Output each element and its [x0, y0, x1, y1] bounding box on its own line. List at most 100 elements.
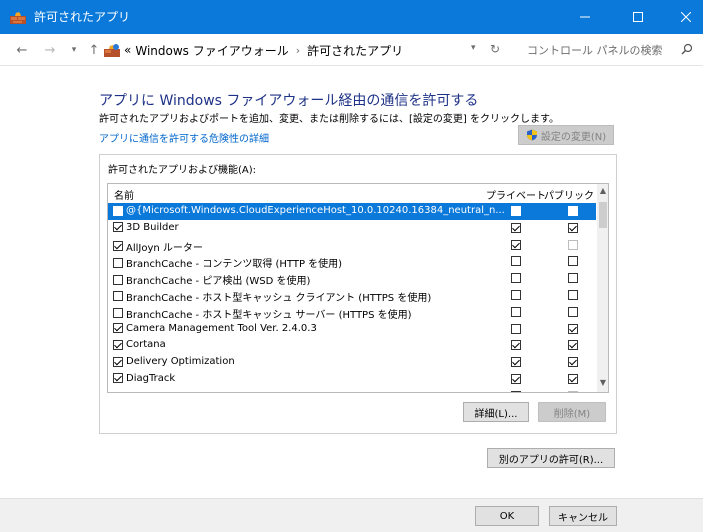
public-network-checkbox[interactable]	[568, 357, 578, 368]
public-network-checkbox[interactable]	[568, 390, 578, 392]
risk-info-link[interactable]: アプリに通信を許可する危険性の詳細	[99, 130, 269, 145]
table-row[interactable]: DiagTrack	[108, 371, 596, 388]
private-network-checkbox[interactable]	[511, 323, 521, 334]
app-name-cell: BranchCache - ホスト型キャッシュ クライアント (HTTPS を使…	[113, 289, 431, 304]
search-box[interactable]	[519, 39, 699, 61]
app-name-cell: AllJoyn ルーター	[113, 239, 203, 254]
column-header-private[interactable]: プライベート	[486, 187, 546, 202]
public-network-checkbox[interactable]	[568, 289, 578, 300]
scroll-up-arrow-icon[interactable]: ▲	[597, 186, 608, 198]
app-enabled-checkbox[interactable]	[113, 291, 123, 302]
app-name-label: Delivery Optimization	[126, 356, 235, 368]
public-network-checkbox[interactable]	[568, 222, 578, 233]
app-enabled-checkbox[interactable]	[113, 308, 123, 319]
app-name-cell: Cortana	[113, 339, 166, 350]
scroll-down-arrow-icon[interactable]: ▼	[597, 378, 608, 390]
private-network-checkbox[interactable]	[511, 373, 521, 384]
search-input[interactable]	[527, 43, 667, 57]
list-scrollbar[interactable]: ▲ ▼	[597, 184, 608, 392]
app-enabled-checkbox[interactable]	[113, 339, 123, 350]
app-name-label: Cortana	[126, 339, 166, 351]
close-button[interactable]	[663, 0, 703, 34]
private-network-checkbox[interactable]	[511, 206, 521, 216]
app-enabled-checkbox[interactable]	[113, 222, 123, 233]
remove-button[interactable]: 削除(M)	[538, 402, 606, 422]
public-network-checkbox[interactable]	[568, 206, 578, 216]
private-network-checkbox[interactable]	[511, 289, 521, 300]
table-row[interactable]: Cortana	[108, 337, 596, 354]
app-enabled-checkbox[interactable]	[113, 274, 123, 285]
app-name-label: BranchCache - ホスト型キャッシュ クライアント (HTTPS を使…	[126, 292, 432, 304]
app-enabled-checkbox[interactable]	[113, 392, 123, 393]
ok-button[interactable]: OK	[475, 506, 539, 526]
allow-another-app-button[interactable]: 別のアプリの許可(R)...	[487, 448, 615, 468]
details-button[interactable]: 詳細(L)...	[463, 402, 529, 422]
app-enabled-checkbox[interactable]	[113, 241, 123, 252]
private-network-checkbox[interactable]	[511, 390, 521, 392]
table-row[interactable]: Delivery Optimization	[108, 354, 596, 371]
app-enabled-checkbox[interactable]	[113, 323, 123, 334]
app-name-label: DIAL プロトコル サーバー	[126, 390, 245, 392]
public-network-checkbox[interactable]	[568, 256, 578, 267]
maximize-button[interactable]	[615, 0, 661, 34]
column-header-name[interactable]: 名前	[114, 187, 134, 202]
column-header-public[interactable]: パブリック	[544, 187, 594, 202]
change-settings-button[interactable]: 設定の変更(N)	[518, 125, 614, 145]
table-row[interactable]: BranchCache - コンテンツ取得 (HTTP を使用)	[108, 253, 596, 270]
uac-shield-icon	[526, 129, 538, 141]
breadcrumb[interactable]: « Windows ファイアウォール › 許可されたアプリ	[104, 41, 516, 59]
app-enabled-checkbox[interactable]	[113, 356, 123, 367]
cancel-button[interactable]: キャンセル	[549, 506, 617, 526]
app-enabled-checkbox[interactable]	[113, 257, 123, 268]
private-network-checkbox[interactable]	[511, 256, 521, 267]
up-arrow-icon[interactable]: ↑	[86, 42, 102, 58]
app-name-cell: Delivery Optimization	[113, 356, 235, 367]
table-row[interactable]: BranchCache - ホスト型キャッシュ サーバー (HTTPS を使用)	[108, 304, 596, 321]
app-name-label: BranchCache - ピア検出 (WSD を使用)	[126, 276, 311, 288]
public-network-checkbox[interactable]	[568, 373, 578, 384]
table-row[interactable]: BranchCache - ピア検出 (WSD を使用)	[108, 270, 596, 287]
table-row[interactable]: @{Microsoft.Windows.CloudExperienceHost_…	[108, 203, 596, 220]
public-network-checkbox[interactable]	[568, 323, 578, 334]
app-enabled-checkbox[interactable]	[113, 373, 123, 384]
table-row[interactable]: DIAL プロトコル サーバー	[108, 388, 596, 393]
scroll-thumb[interactable]	[599, 202, 607, 228]
table-row[interactable]: Camera Management Tool Ver. 2.4.0.3	[108, 321, 596, 338]
private-network-checkbox[interactable]	[511, 239, 521, 250]
table-row[interactable]: AllJoyn ルーター	[108, 237, 596, 254]
address-bar: ← → ▾ ↑ « Windows ファイアウォール › 許可されたアプリ ▾ …	[0, 34, 703, 66]
app-rows: @{Microsoft.Windows.CloudExperienceHost_…	[108, 203, 596, 393]
private-network-checkbox[interactable]	[511, 273, 521, 284]
app-name-label: 3D Builder	[126, 221, 179, 233]
private-network-checkbox[interactable]	[511, 222, 521, 233]
breadcrumb-overflow[interactable]: «	[124, 43, 131, 57]
public-network-checkbox[interactable]	[568, 273, 578, 284]
app-name-cell: DIAL プロトコル サーバー	[113, 390, 245, 393]
public-network-checkbox[interactable]	[568, 340, 578, 351]
table-row[interactable]: 3D Builder	[108, 220, 596, 237]
search-icon[interactable]	[681, 43, 693, 58]
recent-locations-chevron-icon[interactable]: ▾	[66, 42, 82, 58]
allowed-apps-list[interactable]: 名前 プライベート パブリック @{Microsoft.Windows.Clou…	[107, 183, 609, 393]
app-name-cell: @{Microsoft.Windows.CloudExperienceHost_…	[113, 205, 505, 216]
app-name-label: @{Microsoft.Windows.CloudExperienceHost_…	[126, 205, 505, 216]
app-name-cell: BranchCache - ピア検出 (WSD を使用)	[113, 272, 310, 287]
refresh-icon[interactable]: ↻	[490, 42, 500, 56]
dialog-footer: OK キャンセル	[0, 498, 703, 532]
public-network-checkbox[interactable]	[568, 239, 578, 250]
private-network-checkbox[interactable]	[511, 340, 521, 351]
breadcrumb-allowed-apps[interactable]: 許可されたアプリ	[307, 42, 403, 59]
firewall-app-icon	[10, 10, 26, 24]
address-dropdown-chevron-icon[interactable]: ▾	[471, 43, 476, 53]
allowed-apps-label: 許可されたアプリおよび機能(A):	[108, 165, 257, 176]
breadcrumb-windows-firewall[interactable]: Windows ファイアウォール	[135, 42, 288, 59]
private-network-checkbox[interactable]	[511, 357, 521, 368]
private-network-checkbox[interactable]	[511, 306, 521, 317]
forward-arrow-icon[interactable]: →	[42, 42, 58, 58]
back-arrow-icon[interactable]: ←	[14, 42, 30, 58]
app-enabled-checkbox[interactable]	[113, 205, 123, 216]
table-row[interactable]: BranchCache - ホスト型キャッシュ クライアント (HTTPS を使…	[108, 287, 596, 304]
public-network-checkbox[interactable]	[568, 306, 578, 317]
minimize-button[interactable]	[562, 0, 608, 34]
app-name-cell: BranchCache - ホスト型キャッシュ サーバー (HTTPS を使用)	[113, 306, 412, 321]
